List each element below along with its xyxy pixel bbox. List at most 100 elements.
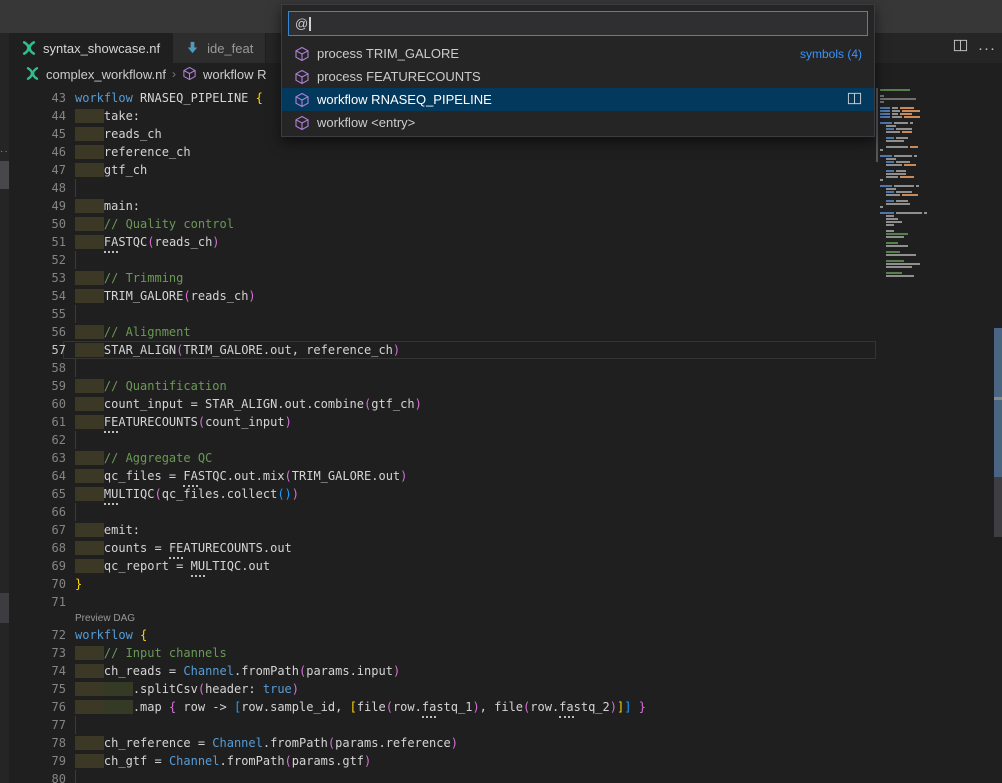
text-cursor: [309, 17, 311, 31]
line-number: 46: [9, 143, 66, 161]
code-line-49[interactable]: 49 main:: [9, 197, 1002, 215]
line-number: 50: [9, 215, 66, 233]
code-line-69[interactable]: 69 qc_report = MULTIQC.out: [9, 557, 1002, 575]
symbol-item-2[interactable]: workflow RNASEQ_PIPELINE: [282, 88, 874, 111]
minimap[interactable]: [878, 85, 978, 280]
breadcrumb-file[interactable]: complex_workflow.nf: [25, 66, 166, 82]
code-line-51[interactable]: 51 FASTQC(reads_ch): [9, 233, 1002, 251]
code-line-47[interactable]: 47 gtf_ch: [9, 161, 1002, 179]
line-number: 60: [9, 395, 66, 413]
symbol-label: workflow <entry>: [317, 115, 415, 130]
symbol-cube-icon: [294, 92, 310, 108]
tab-label: syntax_showcase.nf: [43, 41, 160, 56]
symbol-label: process FEATURECOUNTS: [317, 69, 481, 84]
code-line-78[interactable]: 78 ch_reference = Channel.fromPath(param…: [9, 734, 1002, 752]
code-editor[interactable]: 43workflow RNASEQ_PIPELINE {44 take:45 r…: [9, 85, 1002, 783]
line-number: 65: [9, 485, 66, 503]
overview-ruler-mark: [994, 397, 1002, 400]
code-line-76[interactable]: 76 .map { row -> [row.sample_id, [file(r…: [9, 698, 1002, 716]
code-line-59[interactable]: 59 // Quantification: [9, 377, 1002, 395]
code-line-52[interactable]: 52: [9, 251, 1002, 269]
symbol-item-0[interactable]: process TRIM_GALORE symbols (4): [282, 42, 874, 65]
scrollbar-block: [994, 477, 1002, 537]
code-line-79[interactable]: 79 ch_gtf = Channel.fromPath(params.gtf): [9, 752, 1002, 770]
code-line-46[interactable]: 46 reference_ch: [9, 143, 1002, 161]
line-number: 55: [9, 305, 66, 323]
split-editor-icon[interactable]: [953, 38, 968, 58]
code-line-62[interactable]: 62: [9, 431, 1002, 449]
code-line-75[interactable]: 75 .splitCsv(header: true): [9, 680, 1002, 698]
quick-open-input[interactable]: @: [288, 11, 868, 36]
code-line-61[interactable]: 61 FEATURECOUNTS(count_input): [9, 413, 1002, 431]
line-number: 80: [9, 770, 66, 783]
line-number: 57: [9, 341, 66, 359]
breadcrumb-symbol-label: workflow R: [203, 67, 267, 82]
line-number: 45: [9, 125, 66, 143]
code-line-71[interactable]: 71: [9, 593, 1002, 611]
code-line-53[interactable]: 53 // Trimming: [9, 269, 1002, 287]
code-line-77[interactable]: 77: [9, 716, 1002, 734]
code-line-64[interactable]: 64 qc_files = FASTQC.out.mix(TRIM_GALORE…: [9, 467, 1002, 485]
line-number: 58: [9, 359, 66, 377]
code-line-67[interactable]: 67 emit:: [9, 521, 1002, 539]
line-number: 51: [9, 233, 66, 251]
symbol-label: process TRIM_GALORE: [317, 46, 459, 61]
line-number: 54: [9, 287, 66, 305]
line-number: 53: [9, 269, 66, 287]
code-line-74[interactable]: 74 ch_reads = Channel.fromPath(params.in…: [9, 662, 1002, 680]
code-line-50[interactable]: 50 // Quality control: [9, 215, 1002, 233]
vertical-scrollbar[interactable]: [994, 85, 1002, 783]
code-line-55[interactable]: 55: [9, 305, 1002, 323]
code-line-70[interactable]: 70}: [9, 575, 1002, 593]
breadcrumb-file-label: complex_workflow.nf: [46, 67, 166, 82]
code-line-58[interactable]: 58: [9, 359, 1002, 377]
code-line-57[interactable]: 57 STAR_ALIGN(TRIM_GALORE.out, reference…: [9, 341, 1002, 359]
symbol-item-1[interactable]: process FEATURECOUNTS: [282, 65, 874, 88]
code-line-65[interactable]: 65 MULTIQC(qc_files.collect()): [9, 485, 1002, 503]
code-line-72[interactable]: 72workflow {: [9, 626, 1002, 644]
line-number: 70: [9, 575, 66, 593]
line-number: 62: [9, 431, 66, 449]
symbols-count-badge[interactable]: symbols (4): [800, 47, 862, 61]
code-line-80[interactable]: 80: [9, 770, 1002, 783]
line-number: 67: [9, 521, 66, 539]
scrollbar-slider[interactable]: [994, 328, 1002, 477]
line-number: 77: [9, 716, 66, 734]
quick-open-input-value: @: [295, 16, 308, 31]
code-line-73[interactable]: 73 // Input channels: [9, 644, 1002, 662]
code-line-66[interactable]: 66: [9, 503, 1002, 521]
code-line-63[interactable]: 63 // Aggregate QC: [9, 449, 1002, 467]
line-number: 79: [9, 752, 66, 770]
line-number: 64: [9, 467, 66, 485]
line-number: 78: [9, 734, 66, 752]
line-number: 68: [9, 539, 66, 557]
code-line-56[interactable]: 56 // Alignment: [9, 323, 1002, 341]
open-to-side-icon[interactable]: [847, 91, 862, 109]
line-number: 44: [9, 107, 66, 125]
nextflow-icon: [25, 66, 41, 82]
left-pane-scroll-block2[interactable]: [0, 593, 9, 623]
symbol-cube-icon: [294, 46, 310, 62]
line-number: 43: [9, 89, 66, 107]
code-line-48[interactable]: 48: [9, 179, 1002, 197]
more-actions-icon[interactable]: ···: [978, 40, 996, 57]
code-line-54[interactable]: 54 TRIM_GALORE(reads_ch): [9, 287, 1002, 305]
breadcrumb-symbol[interactable]: workflow R: [182, 66, 267, 82]
tab-label: ide_feat: [207, 41, 253, 56]
codelens-preview-dag[interactable]: Preview DAG: [9, 611, 1002, 626]
symbol-cube-icon: [182, 66, 198, 82]
vscode-window: ··· syntax_showcase.nf ide_feat: [0, 0, 1002, 783]
left-pane-scroll-block[interactable]: [0, 161, 9, 189]
code-lines: 43workflow RNASEQ_PIPELINE {44 take:45 r…: [9, 89, 1002, 783]
line-number: 49: [9, 197, 66, 215]
symbol-item-3[interactable]: workflow <entry>: [282, 111, 874, 134]
code-line-68[interactable]: 68 counts = FEATURECOUNTS.out: [9, 539, 1002, 557]
breadcrumb-separator: ›: [172, 67, 176, 81]
line-number: 71: [9, 593, 66, 611]
tab-syntax-showcase[interactable]: syntax_showcase.nf: [9, 33, 173, 63]
tab-ide-features[interactable]: ide_feat: [173, 33, 266, 63]
line-number: 76: [9, 698, 66, 716]
quick-open-palette: @ process TRIM_GALOREsymbols (4)process …: [281, 4, 875, 137]
line-number: 56: [9, 323, 66, 341]
code-line-60[interactable]: 60 count_input = STAR_ALIGN.out.combine(…: [9, 395, 1002, 413]
